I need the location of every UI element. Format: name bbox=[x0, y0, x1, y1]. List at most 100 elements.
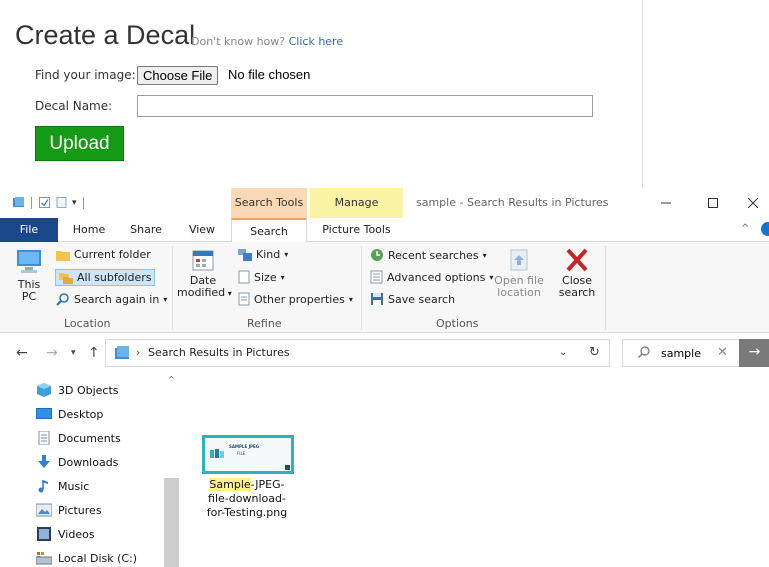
search-input[interactable] bbox=[661, 344, 716, 362]
search-again-icon bbox=[56, 293, 69, 306]
nav-label: Desktop bbox=[58, 407, 104, 421]
context-search-label: Search Tools bbox=[234, 196, 304, 209]
choose-file-button[interactable]: Choose File bbox=[137, 66, 219, 85]
search-again-button[interactable]: Search again in ▾ bbox=[56, 292, 167, 306]
tab-search[interactable]: Search bbox=[231, 218, 307, 243]
refresh-icon[interactable]: ↻ bbox=[589, 340, 600, 366]
chevron-down-icon: ▾ bbox=[225, 289, 232, 298]
breadcrumb-chevron-icon: › bbox=[136, 346, 141, 359]
size-icon bbox=[238, 270, 250, 284]
close-icon bbox=[747, 197, 759, 209]
desktop-icon bbox=[36, 408, 52, 419]
search-go-button[interactable]: → bbox=[739, 339, 769, 367]
nav-label: Documents bbox=[58, 431, 121, 445]
nav-item-3d-objects[interactable]: 3D Objects bbox=[36, 380, 119, 400]
tab-share[interactable]: Share bbox=[125, 218, 167, 242]
navigation-pane: 3D Objects Desktop Documents Downloads M… bbox=[0, 373, 180, 567]
nav-item-videos[interactable]: Videos bbox=[36, 524, 95, 544]
forward-button[interactable]: → bbox=[46, 345, 58, 361]
nav-item-music[interactable]: Music bbox=[36, 476, 89, 496]
kind-button[interactable]: Kind ▾ bbox=[238, 248, 288, 261]
upload-button[interactable]: Upload bbox=[35, 126, 124, 161]
save-icon bbox=[371, 293, 383, 305]
open-file-location-button[interactable]: Open file location bbox=[492, 248, 546, 299]
all-subfolders-button[interactable]: All subfolders bbox=[55, 269, 156, 286]
nav-item-documents[interactable]: Documents bbox=[36, 428, 121, 448]
nav-item-downloads[interactable]: Downloads bbox=[36, 452, 118, 472]
pictures-icon bbox=[36, 503, 52, 517]
search-again-label: Search again in bbox=[74, 292, 160, 306]
advanced-options-button[interactable]: Advanced options ▾ bbox=[370, 270, 493, 284]
nav-label: Videos bbox=[58, 527, 95, 541]
other-properties-label: Other properties bbox=[254, 292, 345, 306]
nav-label: Local Disk (C:) bbox=[58, 551, 138, 565]
nav-scrollbar[interactable]: ^ bbox=[163, 373, 180, 567]
this-pc-label-2: PC bbox=[21, 290, 37, 303]
toolbar-separator bbox=[82, 196, 84, 209]
tab-picture-tools[interactable]: Picture Tools bbox=[310, 218, 403, 242]
address-path: Search Results in Pictures bbox=[148, 346, 290, 359]
nav-item-desktop[interactable]: Desktop bbox=[36, 404, 103, 424]
address-bar[interactable]: › Search Results in Pictures ⌄ ↻ bbox=[105, 339, 610, 367]
search-box[interactable]: ✕ → bbox=[622, 339, 769, 367]
folder-stack-icon[interactable] bbox=[12, 196, 25, 209]
open-location-label-2: location bbox=[497, 286, 541, 299]
all-subfolders-label: All subfolders bbox=[77, 271, 152, 284]
this-pc-button[interactable]: This PC bbox=[10, 248, 48, 303]
file-name-part-2: file-download- bbox=[208, 492, 286, 505]
nav-item-pictures[interactable]: Pictures bbox=[36, 500, 102, 520]
location-group-label: Location bbox=[64, 317, 111, 330]
size-button[interactable]: Size ▾ bbox=[238, 270, 285, 284]
recent-searches-button[interactable]: Recent searches ▾ bbox=[370, 248, 487, 262]
current-folder-button[interactable]: Current folder bbox=[56, 248, 151, 261]
nav-item-local-disk[interactable]: Local Disk (C:) bbox=[36, 548, 137, 567]
thumbnail-text-1: SAMPLE JPEG bbox=[229, 444, 259, 449]
size-label: Size bbox=[254, 270, 277, 284]
new-folder-icon[interactable] bbox=[55, 196, 68, 209]
close-window-button[interactable] bbox=[737, 188, 769, 218]
group-separator bbox=[361, 246, 362, 330]
advanced-options-icon bbox=[370, 270, 383, 284]
back-button[interactable]: ← bbox=[16, 345, 28, 361]
address-dropdown-icon[interactable]: ⌄ bbox=[559, 340, 567, 366]
maximize-button[interactable] bbox=[690, 188, 735, 218]
click-here-link[interactable]: Click here bbox=[289, 35, 344, 48]
minimize-icon bbox=[660, 202, 671, 204]
nav-label: 3D Objects bbox=[58, 383, 119, 397]
kind-label: Kind bbox=[256, 248, 281, 261]
ribbon-tabs: File Home Share View Search Picture Tool… bbox=[0, 218, 769, 243]
collapse-ribbon-icon[interactable]: ^ bbox=[741, 223, 749, 234]
find-image-label: Find your image: bbox=[35, 68, 136, 82]
context-manage: Manage bbox=[310, 188, 403, 218]
file-name: Sample-JPEG- file-download- for-Testing.… bbox=[192, 478, 302, 520]
address-bar-row: ← → ▾ ↑ › Search Results in Pictures ⌄ ↻… bbox=[0, 333, 769, 373]
scroll-up-icon[interactable]: ^ bbox=[168, 375, 175, 384]
chevron-down-icon: ▾ bbox=[280, 272, 285, 282]
up-button[interactable]: ↑ bbox=[88, 345, 100, 361]
tab-file[interactable]: File bbox=[0, 218, 58, 242]
kind-icon bbox=[238, 248, 252, 261]
window-title: sample - Search Results in Pictures bbox=[416, 196, 609, 209]
save-search-button[interactable]: Save search bbox=[370, 292, 455, 306]
tab-home[interactable]: Home bbox=[68, 218, 110, 242]
close-search-button[interactable]: Close search bbox=[556, 248, 598, 299]
search-folder-icon bbox=[115, 346, 129, 359]
help-text: Don't know how? Click here bbox=[191, 35, 343, 48]
context-manage-label: Manage bbox=[334, 196, 379, 209]
help-icon[interactable] bbox=[761, 222, 769, 236]
videos-icon bbox=[37, 527, 51, 541]
properties-icon[interactable] bbox=[38, 196, 51, 209]
date-label-2: modified bbox=[177, 286, 226, 299]
current-folder-label: Current folder bbox=[74, 248, 151, 261]
decal-name-input[interactable] bbox=[137, 95, 593, 117]
scrollbar-thumb[interactable] bbox=[164, 478, 179, 567]
save-search-label: Save search bbox=[388, 292, 456, 306]
page-divider bbox=[642, 0, 643, 188]
customize-toolbar-icon[interactable]: ▾ bbox=[72, 198, 77, 208]
recent-locations-button[interactable]: ▾ bbox=[71, 348, 76, 358]
minimize-button[interactable] bbox=[643, 188, 688, 218]
date-modified-button[interactable]: Date modified ▾ bbox=[177, 248, 232, 300]
clear-search-icon[interactable]: ✕ bbox=[717, 340, 728, 366]
tab-view[interactable]: View bbox=[181, 218, 223, 242]
other-properties-button[interactable]: Other properties ▾ bbox=[238, 292, 353, 306]
